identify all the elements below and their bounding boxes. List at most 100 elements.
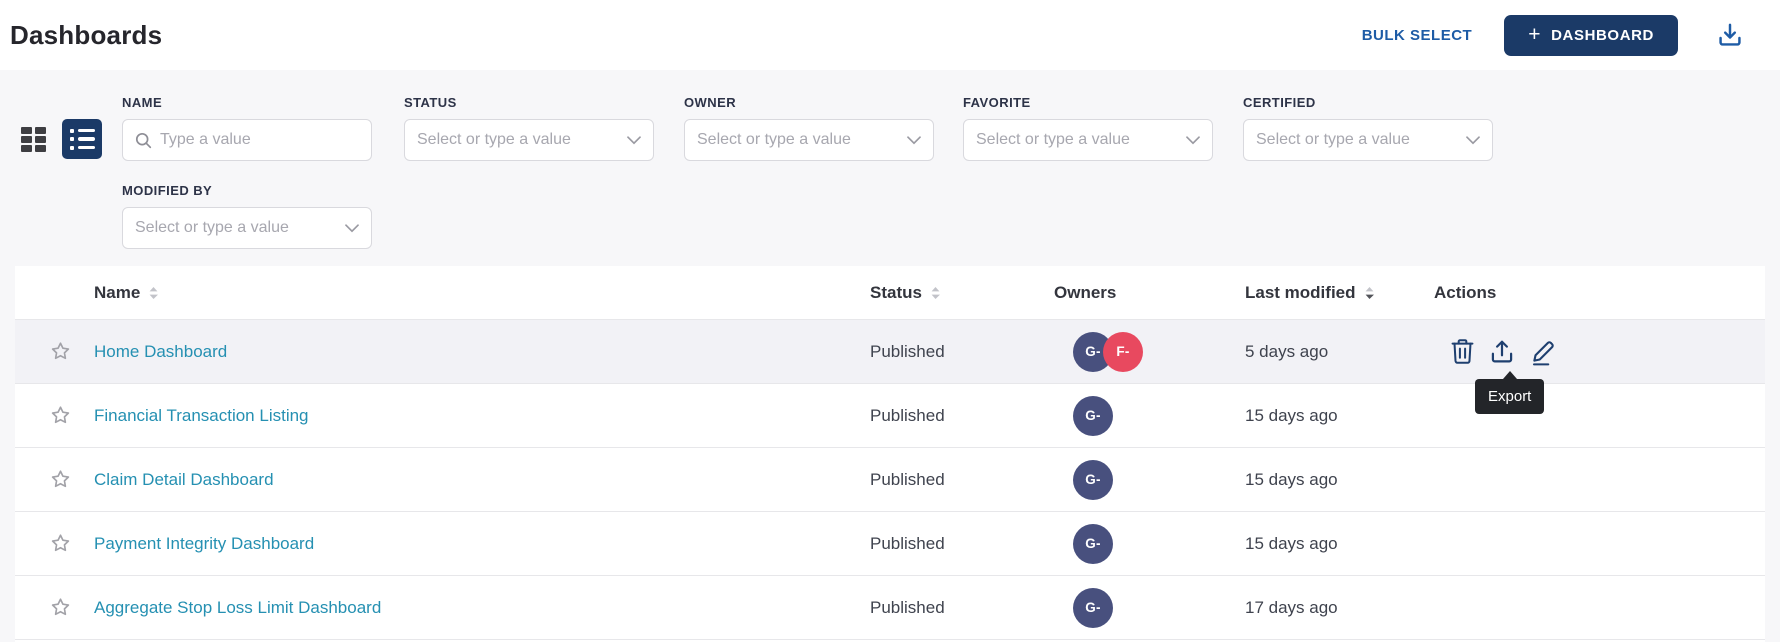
certified-filter-select[interactable]: Select or type a value <box>1243 119 1493 161</box>
owners-cell: G- <box>1054 396 1245 436</box>
favorite-star-button[interactable] <box>15 468 94 491</box>
table-body: Home DashboardPublishedG-F-5 days agoExp… <box>15 320 1765 640</box>
table-row[interactable]: Home DashboardPublishedG-F-5 days agoExp… <box>15 320 1765 384</box>
status-value: Published <box>870 342 1054 362</box>
column-header-status[interactable]: Status <box>870 283 1054 303</box>
filter-certified-label: CERTIFIED <box>1243 95 1493 110</box>
certified-filter-placeholder: Select or type a value <box>1256 131 1458 149</box>
chevron-down-icon <box>907 136 921 145</box>
dashboard-name-link[interactable]: Financial Transaction Listing <box>94 406 309 425</box>
column-header-label: Status <box>870 283 922 303</box>
status-filter-select[interactable]: Select or type a value <box>404 119 654 161</box>
status-value: Published <box>870 470 1054 490</box>
page-title: Dashboards <box>10 20 162 51</box>
owner-avatar: G- <box>1073 588 1113 628</box>
favorite-star-button[interactable] <box>15 532 94 555</box>
owner-avatar: G- <box>1073 524 1113 564</box>
plus-icon: + <box>1528 24 1541 45</box>
chevron-down-icon <box>1186 136 1200 145</box>
owner-filter-placeholder: Select or type a value <box>697 131 899 149</box>
owner-avatar: G- <box>1073 460 1113 500</box>
delete-button[interactable] <box>1450 338 1475 365</box>
filter-section: NAME STATUS Select or type a value OWNER… <box>0 70 1780 266</box>
table-header-row: Name Status Owners Last modified Actions <box>15 266 1765 320</box>
favorite-star-button[interactable] <box>15 596 94 619</box>
owners-cell: G- <box>1054 460 1245 500</box>
owners-cell: G- <box>1054 588 1245 628</box>
edit-button[interactable] <box>1529 338 1557 366</box>
name-filter-input-wrap <box>122 119 372 161</box>
delete-icon <box>1450 338 1475 365</box>
favorite-star-button[interactable] <box>15 340 94 363</box>
filter-certified: CERTIFIED Select or type a value <box>1243 95 1493 161</box>
export-button[interactable] <box>1488 338 1516 366</box>
grid-view-toggle[interactable] <box>21 127 46 151</box>
column-header-last-modified[interactable]: Last modified <box>1245 283 1434 303</box>
dashboards-table: Name Status Owners Last modified Actions Hom… <box>15 266 1765 642</box>
owners-cell: G- <box>1054 524 1245 564</box>
table-row[interactable]: Aggregate Stop Loss Limit Dashboard Publi… <box>15 576 1765 640</box>
list-view-toggle[interactable] <box>62 119 102 159</box>
modified-by-filter-placeholder: Select or type a value <box>135 219 337 237</box>
last-modified-value: 15 days ago <box>1245 406 1434 426</box>
column-header-label: Last modified <box>1245 283 1356 303</box>
chevron-down-icon <box>627 136 641 145</box>
actions-cell <box>1434 512 1765 575</box>
sort-icon <box>1365 286 1374 300</box>
column-header-label: Name <box>94 283 140 303</box>
filter-status: STATUS Select or type a value <box>404 95 654 161</box>
column-header-label: Owners <box>1054 283 1116 303</box>
star-icon <box>49 596 72 619</box>
top-bar-actions: BULK SELECT + DASHBOARD <box>1362 15 1745 56</box>
owners-cell: G-F- <box>1054 332 1245 372</box>
bulk-select-button[interactable]: BULK SELECT <box>1362 27 1473 44</box>
export-tooltip: Export <box>1475 379 1544 414</box>
dashboard-name-link[interactable]: Aggregate Stop Loss Limit Dashboard <box>94 598 381 617</box>
dashboard-name-link[interactable]: Home Dashboard <box>94 342 227 361</box>
status-value: Published <box>870 598 1054 618</box>
sort-icon <box>931 286 940 300</box>
favorite-filter-placeholder: Select or type a value <box>976 131 1178 149</box>
new-dashboard-button-label: DASHBOARD <box>1551 27 1654 44</box>
actions-cell <box>1434 576 1765 639</box>
dashboard-name-link[interactable]: Payment Integrity Dashboard <box>94 534 314 553</box>
status-filter-placeholder: Select or type a value <box>417 131 619 149</box>
chevron-down-icon <box>1466 136 1480 145</box>
filter-owner: OWNER Select or type a value <box>684 95 934 161</box>
filter-owner-label: OWNER <box>684 95 934 110</box>
star-icon <box>49 532 72 555</box>
star-icon <box>49 468 72 491</box>
column-header-label: Actions <box>1434 283 1496 303</box>
search-icon <box>135 132 152 149</box>
star-icon <box>49 340 72 363</box>
column-header-owners: Owners <box>1054 283 1245 303</box>
download-icon <box>1715 20 1745 50</box>
status-value: Published <box>870 406 1054 426</box>
filter-status-label: STATUS <box>404 95 654 110</box>
favorite-star-button[interactable] <box>15 404 94 427</box>
column-header-name[interactable]: Name <box>94 283 870 303</box>
filter-favorite: FAVORITE Select or type a value <box>963 95 1213 161</box>
owner-filter-select[interactable]: Select or type a value <box>684 119 934 161</box>
column-header-actions: Actions <box>1434 283 1765 303</box>
actions-cell <box>1434 448 1765 511</box>
dashboard-name-link[interactable]: Claim Detail Dashboard <box>94 470 274 489</box>
new-dashboard-button[interactable]: + DASHBOARD <box>1504 15 1678 56</box>
modified-by-filter-select[interactable]: Select or type a value <box>122 207 372 249</box>
table-row[interactable]: Payment Integrity DashboardPublishedG-15… <box>15 512 1765 576</box>
favorite-filter-select[interactable]: Select or type a value <box>963 119 1213 161</box>
actions-cell: Export <box>1434 320 1765 383</box>
download-button[interactable] <box>1715 20 1745 50</box>
filter-name-label: NAME <box>122 95 372 110</box>
name-filter-input[interactable] <box>160 131 359 149</box>
edit-icon <box>1529 338 1557 366</box>
filter-modified-by-label: MODIFIED BY <box>122 183 372 198</box>
filter-modified-by: MODIFIED BY Select or type a value <box>122 183 372 249</box>
owner-avatar: F- <box>1103 332 1143 372</box>
export-icon <box>1488 338 1516 366</box>
chevron-down-icon <box>345 224 359 233</box>
status-value: Published <box>870 534 1054 554</box>
table-row[interactable]: Claim Detail DashboardPublishedG-15 days… <box>15 448 1765 512</box>
filter-favorite-label: FAVORITE <box>963 95 1213 110</box>
sort-icon <box>149 286 158 300</box>
